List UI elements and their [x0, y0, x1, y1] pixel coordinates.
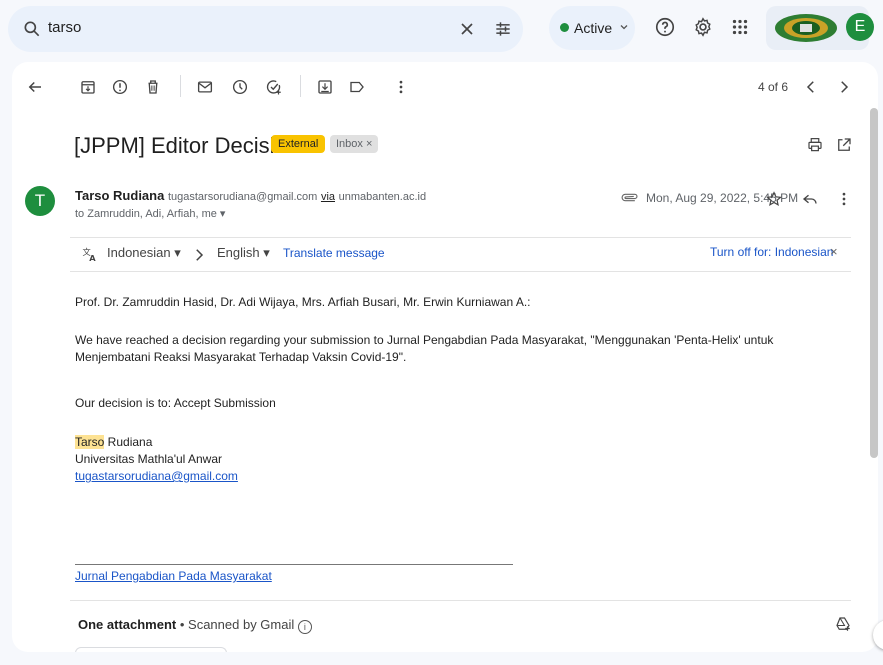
status-label: Active: [574, 20, 613, 36]
source-language-label: Indonesian: [107, 245, 171, 260]
snooze-clock-icon[interactable]: [231, 78, 249, 96]
toolbar-divider: [300, 75, 301, 97]
attachment-title: One attachment: [78, 617, 177, 632]
label-tag-icon[interactable]: [348, 78, 366, 96]
settings-gear-icon[interactable]: [692, 16, 714, 38]
recipients-text: to Zamruddin, Adi, Arfiah, me: [75, 208, 217, 220]
attachment-divider: [70, 600, 851, 601]
attachment-header: One attachment • Scanned by Gmail i: [78, 617, 312, 634]
translate-bar-bottom-divider: [70, 271, 851, 272]
more-options-icon[interactable]: [392, 78, 410, 96]
sender-email: tugastarsorudiana@gmail.com: [167, 191, 318, 203]
translate-bar-top-divider: [70, 237, 851, 238]
older-chevron-right-icon[interactable]: [835, 78, 853, 96]
reply-arrow-icon[interactable]: [801, 190, 819, 208]
signature-email-link[interactable]: tugastarsorudiana@gmail.com: [75, 468, 850, 485]
add-task-icon[interactable]: [265, 78, 283, 96]
newer-chevron-left-icon[interactable]: [802, 78, 820, 96]
status-selector[interactable]: Active: [549, 6, 635, 50]
inbox-label-text: Inbox: [336, 138, 363, 150]
top-bar: tarso Active E: [0, 0, 883, 58]
attachment-thumbnail[interactable]: [75, 647, 227, 652]
translate-close-icon[interactable]: ×: [830, 244, 838, 259]
search-highlight: Tarso: [75, 435, 105, 449]
translate-arrow-icon: [196, 249, 204, 261]
signature-last-name: Rudiana: [104, 435, 153, 449]
chevron-down-icon: [620, 25, 628, 30]
message-more-options-icon[interactable]: [835, 190, 853, 208]
open-new-window-icon[interactable]: [835, 136, 853, 154]
info-icon[interactable]: i: [297, 620, 312, 634]
sender-line: Tarso Rudiana tugastarsorudiana@gmail.co…: [75, 188, 426, 203]
sender-avatar[interactable]: T: [25, 186, 55, 216]
archive-icon[interactable]: [79, 78, 97, 96]
body-paragraph-result: Our decision is to: Accept Submission: [75, 396, 276, 410]
journal-link[interactable]: Jurnal Pengabdian Pada Masyarakat: [75, 568, 272, 585]
apps-grid-icon[interactable]: [729, 16, 751, 38]
move-to-icon[interactable]: [316, 78, 334, 96]
mark-unread-mail-icon[interactable]: [196, 78, 214, 96]
body-greeting: Prof. Dr. Zamruddin Hasid, Dr. Adi Wijay…: [75, 295, 531, 309]
target-language-label: English: [217, 245, 260, 260]
via-link[interactable]: via: [321, 191, 335, 203]
signature-name: Tarso Rudiana: [75, 434, 850, 451]
source-language-caret-icon: ▾: [174, 245, 181, 260]
star-icon[interactable]: [765, 190, 783, 208]
svg-text:A: A: [89, 253, 96, 263]
scrollbar-thumb[interactable]: [870, 108, 878, 458]
search-icon[interactable]: [22, 19, 42, 39]
attachment-separator: •: [176, 617, 189, 632]
translate-icon: 文A: [83, 247, 97, 263]
body-paragraph-decision: We have reached a decision regarding you…: [75, 333, 774, 364]
status-dot: [560, 23, 569, 32]
signature-university: Universitas Mathla'ul Anwar: [75, 452, 223, 466]
signature-separator: [75, 564, 513, 565]
remove-label-icon[interactable]: ×: [366, 138, 372, 150]
search-input[interactable]: tarso: [48, 19, 81, 36]
target-language-caret-icon: ▾: [263, 245, 270, 260]
scanned-by-gmail-label: Scanned by Gmail: [188, 617, 295, 632]
source-language-dropdown[interactable]: Indonesian ▾: [107, 245, 181, 261]
add-to-drive-icon[interactable]: [834, 615, 852, 633]
report-spam-icon[interactable]: [111, 78, 129, 96]
target-language-dropdown[interactable]: English ▾: [217, 245, 270, 261]
translate-message-link[interactable]: Translate message: [283, 246, 385, 260]
recipients-toggle[interactable]: to Zamruddin, Adi, Arfiah, me ▾: [75, 207, 225, 220]
search-bar[interactable]: tarso: [8, 6, 523, 52]
university-logo-icon: [775, 14, 837, 42]
delete-trash-icon[interactable]: [144, 78, 162, 96]
search-options-icon[interactable]: [493, 19, 513, 39]
back-arrow-icon[interactable]: [26, 78, 44, 96]
recipients-caret-icon: ▾: [219, 208, 226, 220]
email-panel: 4 of 6 [JPPM] Editor Decision External I…: [12, 62, 878, 652]
sender-name[interactable]: Tarso Rudiana: [75, 188, 164, 203]
print-icon[interactable]: [806, 136, 824, 154]
message-count: 4 of 6: [758, 80, 789, 94]
toolbar-divider: [180, 75, 181, 97]
attachment-clip-icon: [621, 193, 638, 202]
email-subject: [JPPM] Editor Decision: [74, 133, 299, 158]
via-domain: unmabanten.ac.id: [338, 191, 427, 203]
clear-search-icon[interactable]: [457, 19, 477, 39]
account-avatar[interactable]: E: [846, 13, 874, 41]
external-badge: External: [271, 135, 326, 153]
help-icon[interactable]: [654, 16, 676, 38]
inbox-label-chip[interactable]: Inbox ×: [330, 135, 379, 153]
turn-off-translation-link[interactable]: Turn off for: Indonesian: [710, 245, 833, 259]
signature-block: Tarso Rudiana Universitas Mathla'ul Anwa…: [75, 434, 850, 485]
